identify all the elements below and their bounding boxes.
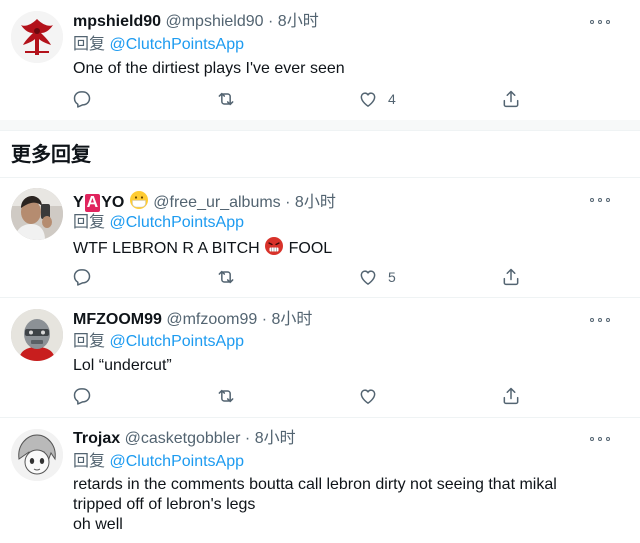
display-name[interactable]: MFZOOM99 bbox=[73, 311, 162, 328]
timestamp[interactable]: 8小时 bbox=[278, 13, 319, 30]
masked-face-avatar-icon bbox=[11, 309, 63, 361]
reply-mention-link[interactable]: @ClutchPointsApp bbox=[109, 214, 244, 231]
user-handle[interactable]: @mpshield90 bbox=[165, 13, 263, 30]
more-icon[interactable] bbox=[590, 432, 610, 446]
share-icon bbox=[503, 268, 519, 286]
like-button[interactable]: 4 bbox=[358, 88, 396, 110]
reply-mention-link[interactable]: @ClutchPointsApp bbox=[109, 36, 244, 53]
reply-context: 回复 @ClutchPointsApp bbox=[73, 452, 244, 472]
share-button[interactable] bbox=[501, 385, 521, 407]
red-letter-badge: A bbox=[84, 194, 101, 212]
timestamp[interactable]: 8小时 bbox=[255, 430, 296, 447]
share-icon bbox=[503, 387, 519, 405]
anime-sketch-avatar-icon bbox=[11, 429, 63, 481]
reply-mention-link[interactable]: @ClutchPointsApp bbox=[109, 453, 244, 470]
reply-context: 回复 @ClutchPointsApp bbox=[73, 332, 244, 352]
like-count: 4 bbox=[388, 91, 396, 107]
retweet-button[interactable] bbox=[216, 385, 236, 407]
avatar[interactable] bbox=[11, 309, 63, 361]
reply-button[interactable] bbox=[72, 88, 92, 110]
share-icon bbox=[503, 90, 519, 108]
user-photo-icon bbox=[11, 188, 63, 240]
display-name-part: Y bbox=[73, 194, 84, 211]
tweet-text-line: oh well bbox=[73, 516, 123, 533]
reply-button[interactable] bbox=[72, 266, 92, 288]
phoenix-logo-icon bbox=[11, 11, 63, 63]
like-icon bbox=[360, 389, 376, 404]
separator-dot: · bbox=[285, 194, 291, 211]
share-button[interactable] bbox=[501, 88, 521, 110]
retweet-icon bbox=[218, 270, 234, 284]
reply-icon bbox=[73, 91, 91, 108]
like-button[interactable] bbox=[358, 385, 388, 407]
reply-mention-link[interactable]: @ClutchPointsApp bbox=[109, 333, 244, 350]
user-handle[interactable]: @mfzoom99 bbox=[166, 311, 257, 328]
reply-prefix: 回复 bbox=[73, 333, 106, 350]
reply-prefix: 回复 bbox=[73, 214, 106, 231]
reply-context: 回复 @ClutchPointsApp bbox=[73, 213, 244, 233]
avatar[interactable] bbox=[11, 429, 63, 481]
tweet-mpshield90[interactable]: mpshield90 @mpshield90 · 8小时 回复 @ClutchP… bbox=[0, 0, 640, 120]
display-name-part: YO bbox=[101, 194, 125, 211]
tweet-text-line: One of the dirtiest plays I've ever seen bbox=[73, 60, 345, 77]
like-icon bbox=[360, 270, 376, 285]
tweet-mfzoom99[interactable]: MFZOOM99 @mfzoom99 · 8小时 回复 @ClutchPoint… bbox=[0, 298, 640, 416]
display-name[interactable]: Y A YO bbox=[73, 194, 125, 212]
tweet-text-line: tripped off of lebron's legs bbox=[73, 496, 256, 513]
like-button[interactable]: 5 bbox=[358, 266, 396, 288]
tweet-text-line: retards in the comments boutta call lebr… bbox=[73, 476, 557, 493]
more-icon[interactable] bbox=[590, 15, 610, 29]
tweet-text: Lol “undercut” bbox=[73, 356, 172, 376]
tweet-text-line: WTF LEBRON R A BITCH bbox=[73, 240, 260, 257]
reply-context: 回复 @ClutchPointsApp bbox=[73, 35, 244, 55]
divider bbox=[0, 130, 640, 131]
mask-face-emoji-icon bbox=[129, 191, 148, 209]
tweet-text: One of the dirtiest plays I've ever seen bbox=[73, 59, 345, 79]
like-count: 5 bbox=[388, 269, 396, 285]
avatar[interactable] bbox=[11, 188, 63, 240]
reply-prefix: 回复 bbox=[73, 453, 106, 470]
timestamp[interactable]: 8小时 bbox=[272, 311, 313, 328]
separator-dot: · bbox=[268, 13, 274, 30]
action-bar bbox=[72, 385, 532, 407]
like-icon bbox=[360, 92, 376, 107]
retweet-icon bbox=[218, 92, 234, 106]
display-name[interactable]: Trojax bbox=[73, 430, 120, 447]
retweet-button[interactable] bbox=[216, 88, 236, 110]
reply-button[interactable] bbox=[72, 385, 92, 407]
action-bar: 4 bbox=[72, 88, 532, 110]
reply-prefix: 回复 bbox=[73, 36, 106, 53]
retweet-button[interactable] bbox=[216, 266, 236, 288]
separator-dot: · bbox=[244, 430, 251, 447]
action-bar: 5 bbox=[72, 266, 532, 288]
reply-icon bbox=[73, 269, 91, 286]
tweet-free-ur-albums[interactable]: Y A YO @free_ur_albums · 8小时 回复 @ClutchPoi… bbox=[0, 178, 640, 296]
share-button[interactable] bbox=[501, 266, 521, 288]
user-handle[interactable]: @casketgobbler bbox=[125, 430, 241, 447]
timestamp[interactable]: 8小时 bbox=[295, 194, 336, 211]
reply-icon bbox=[73, 388, 91, 405]
avatar[interactable] bbox=[11, 11, 63, 63]
separator-dot: · bbox=[261, 311, 268, 328]
retweet-icon bbox=[218, 389, 234, 403]
more-replies-heading: 更多回复 bbox=[11, 144, 91, 166]
user-handle[interactable]: @free_ur_albums bbox=[153, 194, 280, 211]
section-gap bbox=[0, 120, 640, 130]
tweet-casketgobbler[interactable]: Trojax @casketgobbler · 8小时 回复 @ClutchPo… bbox=[0, 418, 640, 543]
more-icon[interactable] bbox=[590, 313, 610, 327]
tweet-text: WTF LEBRON R A BITCH FOOL bbox=[73, 236, 332, 259]
angry-face-emoji-icon bbox=[265, 237, 284, 255]
display-name[interactable]: mpshield90 bbox=[73, 13, 161, 30]
tweet-text-line: Lol “undercut” bbox=[73, 357, 172, 374]
more-icon[interactable] bbox=[590, 193, 610, 207]
tweet-text-line: FOOL bbox=[288, 240, 333, 257]
